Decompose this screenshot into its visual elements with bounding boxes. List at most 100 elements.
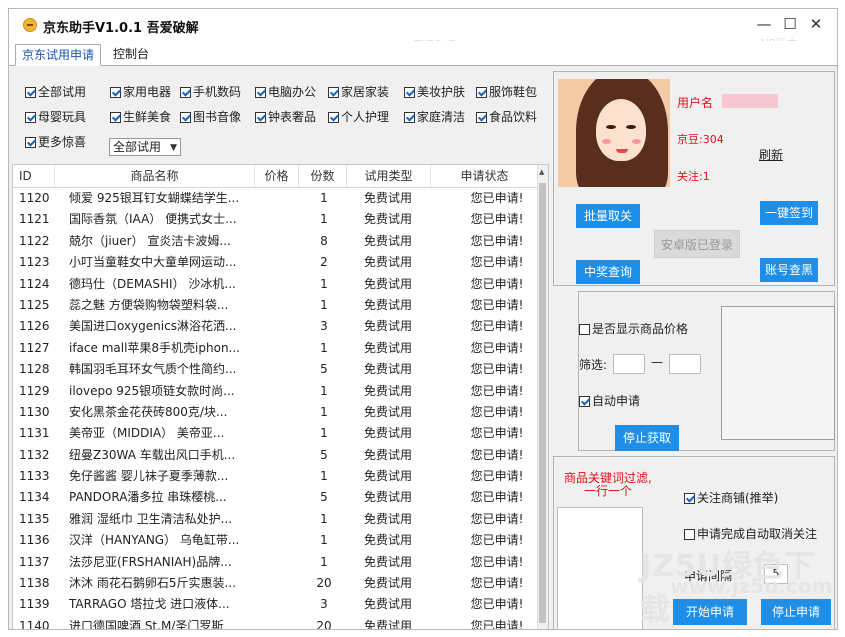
follow-shop-label: 关注商铺(推举) <box>697 491 779 505</box>
auto-apply-checkbox[interactable]: 自动申请 <box>579 392 640 410</box>
table-row[interactable]: 1139 TARRAGO 塔拉戈 进口液体... 3 免费试用 您已申请! <box>13 594 539 615</box>
table-cell: 沐沐 雨花石鹅卵石5斤实惠装... <box>69 576 236 591</box>
table-cell: 韩国羽毛耳环女气质个性简约... <box>69 362 237 377</box>
table-row[interactable]: 1136 汉洋（HANYANG） 乌龟缸带... 1 免费试用 您已申请! <box>13 530 539 551</box>
table-row[interactable]: 1120 倾爱 925银耳钉女蝴蝶结学生... 1 免费试用 您已申请! <box>13 188 539 209</box>
category-checkbox[interactable]: 家用电器 <box>110 83 171 101</box>
product-table: ID 商品名称 价格 份数 试用类型 申请状态 1120 倾爱 925银耳钉女蝴蝶… <box>12 164 549 629</box>
table-row[interactable]: 1123 小叮当童鞋女中大童单网运动... 2 免费试用 您已申请! <box>13 252 539 273</box>
checkbox-icon <box>476 87 487 98</box>
col-type[interactable]: 试用类型 <box>347 165 431 187</box>
close-icon[interactable]: ✕ <box>805 14 827 34</box>
table-cell: 1 <box>320 212 328 227</box>
follow-shop-checkbox[interactable]: 关注商铺(推举) <box>684 489 778 507</box>
col-name[interactable]: 商品名称 <box>55 165 255 187</box>
category-checkbox[interactable]: 手机数码 <box>180 83 241 101</box>
category-label: 家用电器 <box>123 85 172 99</box>
table-cell: 免费试用 <box>363 597 412 612</box>
category-checkbox[interactable]: 服饰鞋包 <box>476 83 537 101</box>
checkbox-icon <box>25 112 36 123</box>
table-row[interactable]: 1129 ilovepo 925银项链女款时尚... 1 免费试用 您已申请! <box>13 381 539 402</box>
minimize-icon[interactable]: — <box>753 14 775 34</box>
table-row[interactable]: 1138 沐沐 雨花石鹅卵石5斤实惠装... 20 免费试用 您已申请! <box>13 573 539 594</box>
table-cell: 1125 <box>19 297 50 312</box>
category-checkbox[interactable]: 更多惊喜 <box>25 133 86 151</box>
category-checkbox[interactable]: 家庭清洁 <box>404 108 465 126</box>
table-cell: 免费试用 <box>363 426 412 441</box>
table-scrollbar[interactable]: ▲ <box>537 165 548 629</box>
category-label: 生鲜美食 <box>123 110 172 124</box>
category-label: 电脑办公 <box>268 85 317 99</box>
account-check-button[interactable]: 账号查黑 <box>760 258 818 282</box>
table-body: 1120 倾爱 925银耳钉女蝴蝶结学生... 1 免费试用 您已申请! 1121 国际香氛… <box>13 188 539 629</box>
category-checkbox[interactable]: 图书音像 <box>180 108 241 126</box>
table-cell: 免费试用 <box>363 191 412 205</box>
signin-button[interactable]: 一键签到 <box>760 201 818 225</box>
table-row[interactable]: 1124 德玛仕（DEMASHI） 沙冰机... 1 免费试用 您已申请! <box>13 274 539 295</box>
table-cell: 您已申请! <box>470 511 524 526</box>
category-checkbox[interactable]: 全部试用 <box>25 83 86 101</box>
table-header: ID 商品名称 价格 份数 试用类型 申请状态 <box>13 165 539 188</box>
table-row[interactable]: 1127 iface mall苹果8手机壳iphon... 1 免费试用 您已申请! <box>13 338 539 359</box>
table-cell: 小叮当童鞋女中大童单网运动... <box>69 255 237 270</box>
col-qty[interactable]: 份数 <box>299 165 347 187</box>
category-select[interactable]: 全部试用 ▼ <box>109 138 181 156</box>
table-row[interactable]: 1132 纽曼Z30WA 车载出风口手机... 5 免费试用 您已申请! <box>13 445 539 466</box>
col-status[interactable]: 申请状态 <box>431 165 539 187</box>
android-login-button[interactable]: 安卓版已登录 <box>654 230 740 258</box>
category-checkbox[interactable]: 生鲜美食 <box>110 108 171 126</box>
category-checkbox[interactable]: 家居家装 <box>328 83 389 101</box>
table-row[interactable]: 1125 蕊之魅 方便袋购物袋塑料袋... 1 免费试用 您已申请! <box>13 295 539 316</box>
checkbox-icon <box>476 112 487 123</box>
batch-unfollow-button[interactable]: 批量取关 <box>576 204 640 228</box>
window-title: 京东助手V1.0.1 吾爱破解 <box>43 21 199 36</box>
col-id[interactable]: ID <box>13 165 55 187</box>
checkbox-icon <box>684 493 695 504</box>
category-checkbox[interactable]: 钟表奢品 <box>255 108 316 126</box>
scroll-thumb[interactable] <box>539 183 546 623</box>
category-checkbox[interactable]: 电脑办公 <box>255 83 316 101</box>
category-checkbox[interactable]: 美妆护肤 <box>404 83 465 101</box>
category-checkbox[interactable]: 食品饮料 <box>476 108 537 126</box>
table-row[interactable]: 1133 免仔酱酱 婴儿袜子夏季薄款... 1 免费试用 您已申请! <box>13 466 539 487</box>
tab-jd-trial[interactable]: 京东试用申请 <box>15 44 102 66</box>
category-label: 美妆护肤 <box>417 85 466 99</box>
table-cell: 免费试用 <box>363 576 412 591</box>
category-checkbox[interactable]: 个人护理 <box>328 108 389 126</box>
table-cell: 免费试用 <box>363 554 412 569</box>
table-row[interactable]: 1128 韩国羽毛耳环女气质个性简约... 5 免费试用 您已申请! <box>13 359 539 380</box>
category-label: 图书音像 <box>193 110 242 124</box>
keyword-subtitle: 一行一个 <box>584 484 633 498</box>
table-row[interactable]: 1126 美国进口oxygenics淋浴花洒... 3 免费试用 您已申请! <box>13 316 539 337</box>
table-cell: 5 <box>320 490 328 505</box>
table-cell: 1128 <box>19 362 50 377</box>
table-row[interactable]: 1121 国际香氛（IAA） 便携式女士... 1 免费试用 您已申请! <box>13 209 539 230</box>
maximize-icon[interactable]: ☐ <box>779 14 801 34</box>
prize-query-button[interactable]: 中奖查询 <box>576 260 640 284</box>
stop-fetch-button[interactable]: 停止获取 <box>615 425 679 451</box>
table-cell: 免费试用 <box>363 447 412 462</box>
table-row[interactable]: 1135 雅润 湿纸巾 卫生清洁私处护... 1 免费试用 您已申请! <box>13 509 539 530</box>
show-price-checkbox[interactable]: 是否显示商品价格 <box>579 320 688 338</box>
table-row[interactable]: 1130 安化黑茶金花茯砖800克/块... 1 免费试用 您已申请! <box>13 402 539 423</box>
checkbox-icon <box>404 112 415 123</box>
price-max-input[interactable] <box>669 354 701 374</box>
price-min-input[interactable] <box>613 354 645 374</box>
tab-console[interactable]: 控制台 <box>107 44 155 64</box>
table-cell: iface mall苹果8手机壳iphon... <box>69 340 241 355</box>
keyword-textarea[interactable] <box>557 507 643 629</box>
scroll-up-icon[interactable]: ▲ <box>539 168 544 176</box>
refresh-link[interactable]: 刷新 <box>759 146 783 163</box>
table-row[interactable]: 1137 法莎尼亚(FRSHANIAH)品牌... 1 免费试用 您已申请! <box>13 552 539 573</box>
table-row[interactable]: 1134 PANDORA潘多拉 串珠樱桃... 5 免费试用 您已申请! <box>13 487 539 508</box>
category-checkbox[interactable]: 母婴玩具 <box>25 108 86 126</box>
table-row[interactable]: 1131 美帝亚（MIDDIA） 美帝亚... 1 免费试用 您已申请! <box>13 423 539 444</box>
table-cell: 免费试用 <box>363 212 412 227</box>
col-price[interactable]: 价格 <box>255 165 299 187</box>
table-row[interactable]: 1122 兢尔（jiuer） 宣炎洁卡波姆... 8 免费试用 您已申请! <box>13 231 539 252</box>
table-cell: 1132 <box>19 447 50 462</box>
table-cell: 您已申请! <box>470 597 524 612</box>
app-logo-icon <box>23 18 37 32</box>
table-cell: 您已申请! <box>470 404 524 419</box>
table-row[interactable]: 1140 进口德国啤酒 St.M/圣门罗斯 20 免费试用 您已申请! <box>13 616 539 629</box>
